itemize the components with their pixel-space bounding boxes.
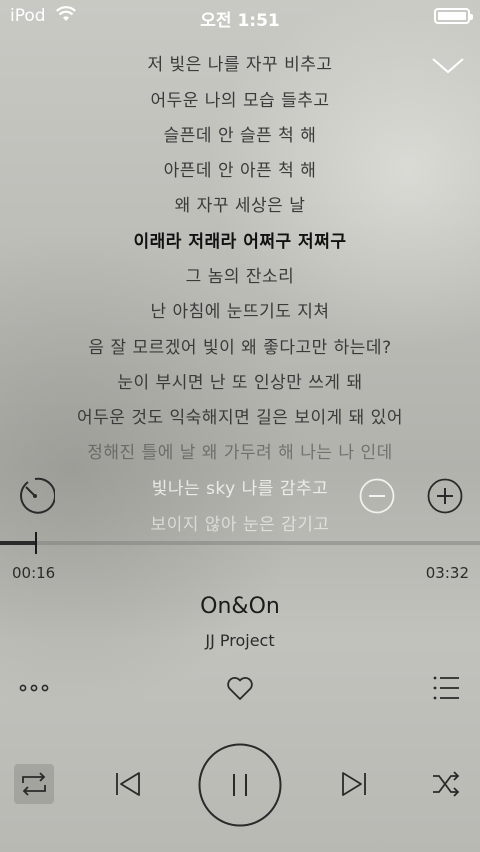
font-larger-icon[interactable]	[427, 478, 463, 514]
lyric-line[interactable]: 아픈데 안 아픈 척 해	[0, 156, 480, 181]
lyric-line[interactable]: 정해진 틀에 날 왜 가두려 해 나는 나 인데	[0, 438, 480, 463]
lyrics-panel[interactable]: 저 빛은 나를 자꾸 비추고 어두운 나의 모습 들추고 슬픈데 안 슬픈 척 …	[0, 46, 480, 532]
previous-track-icon[interactable]	[114, 770, 142, 798]
battery-icon	[434, 8, 473, 24]
timer-icon[interactable]	[15, 476, 55, 516]
lyric-line[interactable]: 음 잘 모르겠어 빛이 왜 좋다고만 하는데?	[0, 333, 480, 358]
lyric-line[interactable]: 저 빛은 나를 자꾸 비추고	[0, 50, 480, 75]
lyric-line[interactable]: 눈이 부시면 난 또 인상만 쓰게 돼	[0, 368, 480, 393]
track-title: On&On	[200, 594, 280, 619]
lyric-line[interactable]: 그 놈의 잔소리	[0, 262, 480, 287]
progress-handle[interactable]	[35, 532, 38, 554]
pause-button[interactable]	[198, 743, 282, 827]
lyric-line[interactable]: 빛나는 sky 나를 감추고	[0, 474, 480, 499]
progress-track[interactable]	[0, 541, 480, 545]
lyric-line-current[interactable]: 이래라 저래라 어쩌구 저쩌구	[0, 227, 480, 252]
total-duration: 03:32	[425, 564, 469, 582]
status-bar: iPod 오전 1:51	[0, 0, 480, 32]
lyric-line[interactable]: 보이지 않아 눈은 감기고	[0, 510, 480, 532]
heart-icon[interactable]	[226, 675, 254, 701]
lyric-line[interactable]: 난 아침에 눈뜨기도 지쳐	[0, 297, 480, 322]
lyric-line[interactable]: 어두운 것도 익숙해지면 길은 보이게 돼 있어	[0, 403, 480, 428]
shuffle-icon[interactable]	[431, 770, 461, 798]
progress-fill	[0, 541, 37, 545]
lyric-line[interactable]: 어두운 나의 모습 들추고	[0, 86, 480, 111]
repeat-icon	[20, 771, 48, 801]
playlist-icon[interactable]	[432, 675, 460, 701]
track-artist[interactable]: JJ Project	[0, 631, 480, 650]
elapsed-time: 00:16	[12, 564, 56, 582]
clock: 오전 1:51	[200, 11, 280, 31]
repeat-button[interactable]	[14, 764, 54, 804]
lyric-line[interactable]: 슬픈데 안 슬픈 척 해	[0, 121, 480, 146]
font-smaller-icon[interactable]	[359, 478, 395, 514]
lyric-line[interactable]: 왜 자꾸 세상은 날	[0, 191, 480, 216]
next-track-icon[interactable]	[340, 770, 368, 798]
more-options-icon[interactable]	[19, 678, 49, 698]
